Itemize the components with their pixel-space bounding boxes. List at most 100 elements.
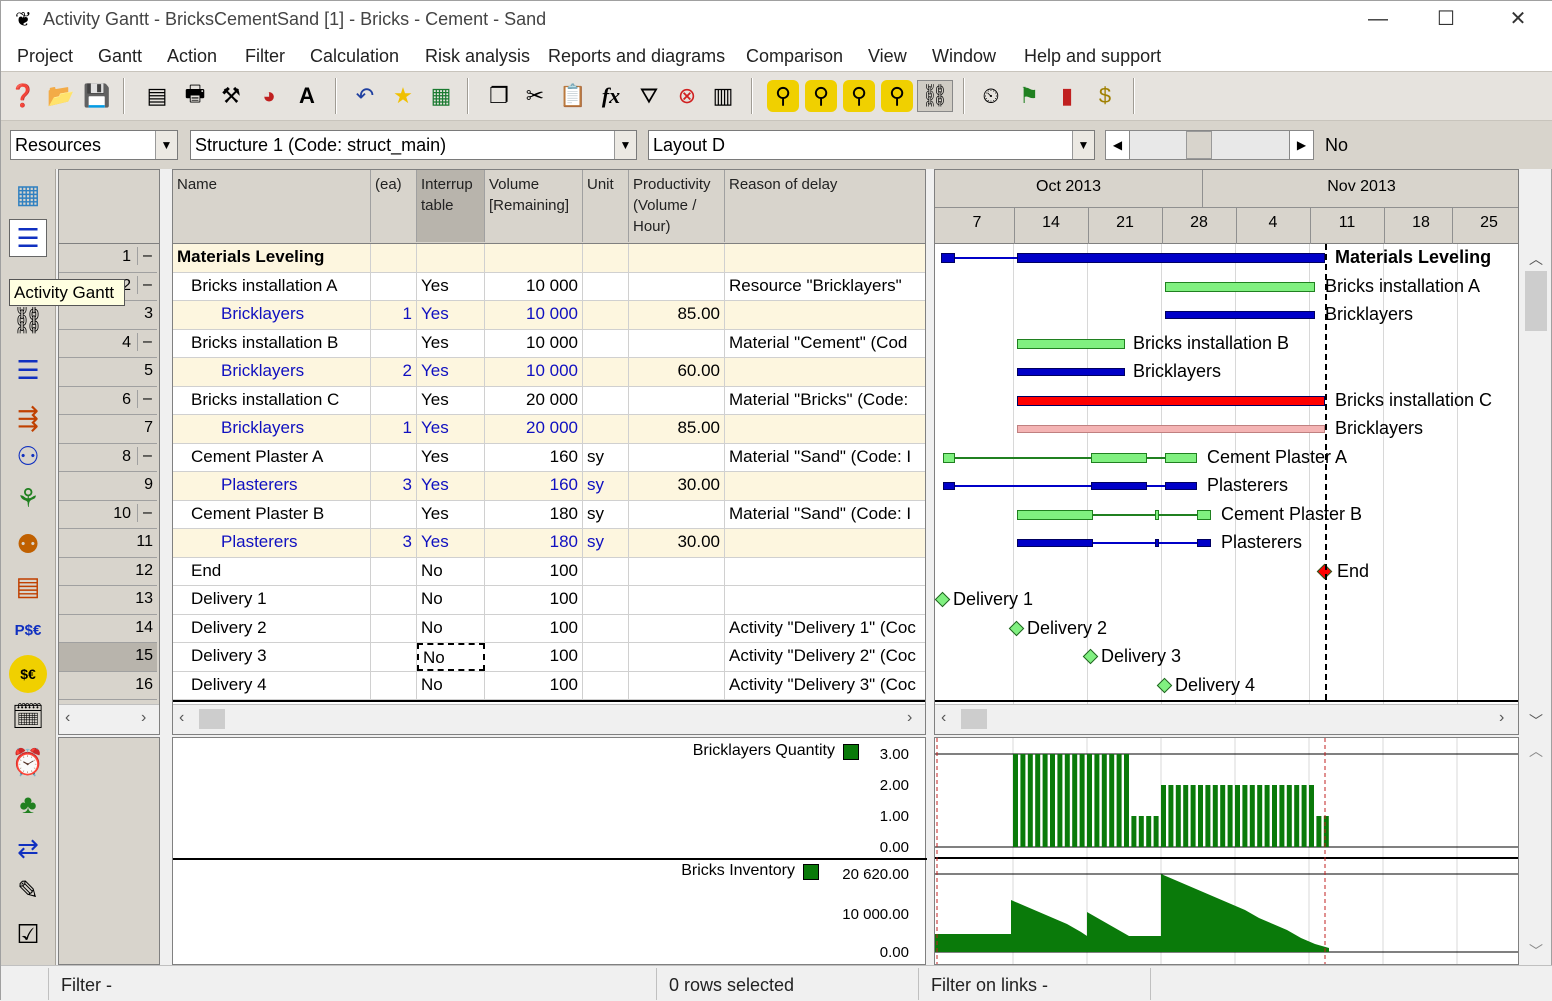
col-ea-header[interactable]: (ea) — [371, 170, 417, 242]
cell-name[interactable]: Bricks installation C — [173, 386, 371, 415]
row-number[interactable]: 5 — [59, 358, 157, 387]
resource-bar[interactable] — [1017, 539, 1093, 548]
person-icon[interactable]: ⚉ — [9, 525, 47, 563]
cell-productivity[interactable]: 60.00 — [629, 358, 725, 386]
collapse-icon[interactable]: – — [137, 503, 157, 522]
cell-volume[interactable]: 180 — [485, 529, 583, 557]
resource-bar[interactable] — [1017, 425, 1325, 434]
sheet-view-icon[interactable]: ▦ — [9, 175, 47, 213]
table-row[interactable]: Bricklayers 1 Yes 10 000 85.00 — [173, 301, 925, 330]
group-bar[interactable] — [1017, 253, 1325, 264]
open-folder-icon[interactable]: 📂 — [45, 80, 77, 112]
schedule-icon[interactable]: ⏲ — [975, 80, 1007, 112]
people-icon[interactable]: ⚇ — [9, 437, 47, 475]
zoom-slider[interactable]: ◀ ▶ — [1105, 130, 1314, 160]
menu-help[interactable]: Help and support — [1024, 46, 1161, 67]
cell-interruptable[interactable]: No — [417, 557, 485, 586]
cell-ea[interactable]: 1 — [371, 301, 417, 329]
table-row[interactable]: Delivery 2 No 100 Activity "Delivery 1" … — [173, 614, 925, 643]
cell-ea[interactable] — [371, 586, 417, 614]
col-volume-header[interactable]: Volume [Remaining] — [485, 170, 583, 242]
resource-bar[interactable] — [1165, 311, 1315, 320]
milestone-diamond[interactable] — [935, 591, 951, 608]
cell-interruptable[interactable]: Yes — [417, 529, 485, 557]
resource-bar[interactable] — [1091, 482, 1147, 491]
save-icon[interactable]: 💾 — [81, 80, 113, 112]
cell-volume[interactable]: 10 000 — [485, 358, 583, 386]
activity-bar[interactable] — [1017, 509, 1093, 520]
cell-unit[interactable] — [583, 358, 629, 386]
cell-reason[interactable] — [725, 472, 925, 500]
scroll-down-icon[interactable]: ﹀ — [1529, 711, 1543, 731]
maximize-button[interactable]: ☐ — [1423, 5, 1469, 35]
cell-interruptable[interactable]: Yes — [417, 301, 485, 329]
cell-reason[interactable] — [725, 586, 925, 614]
cell-interruptable[interactable]: Yes — [417, 272, 485, 301]
resource-1-icon[interactable]: ⚲ — [767, 80, 799, 112]
person-arrows-icon[interactable]: ⇄ — [9, 829, 47, 867]
cell-productivity[interactable]: 85.00 — [629, 301, 725, 329]
scroll-thumb[interactable] — [199, 709, 225, 729]
cell-productivity[interactable] — [629, 643, 725, 671]
function-icon[interactable]: fx — [595, 80, 627, 112]
table-row[interactable]: Delivery 3 No 100 Activity "Delivery 2" … — [173, 643, 925, 672]
menu-risk-analysis[interactable]: Risk analysis — [425, 46, 530, 67]
cell-unit[interactable] — [583, 386, 629, 415]
activity-bar[interactable] — [1165, 452, 1197, 463]
money-icon[interactable]: $ — [1089, 80, 1121, 112]
cell-name[interactable]: End — [173, 557, 371, 586]
cell-reason[interactable] — [725, 558, 925, 586]
collapse-icon[interactable]: – — [137, 332, 157, 351]
menu-filter[interactable]: Filter — [245, 46, 285, 67]
col-interruptable-header[interactable]: Interrup table — [417, 170, 485, 242]
scroll-right-icon[interactable]: › — [1499, 709, 1504, 727]
cell-productivity[interactable] — [629, 443, 725, 472]
cell-unit[interactable] — [583, 557, 629, 586]
activity-bar[interactable] — [943, 452, 955, 463]
help-icon[interactable]: ❓ — [7, 80, 39, 112]
cell-volume[interactable]: 10 000 — [485, 329, 583, 358]
cell-unit[interactable] — [583, 415, 629, 443]
cell-productivity[interactable] — [629, 386, 725, 415]
cell-name[interactable]: Bricks installation A — [173, 272, 371, 301]
row-number[interactable]: 4– — [59, 329, 157, 358]
close-button[interactable]: ✕ — [1495, 5, 1541, 35]
cell-name[interactable]: Cement Plaster B — [173, 500, 371, 529]
cell-name[interactable]: Bricklayers — [173, 301, 371, 329]
checklist-clock-icon[interactable]: ☑ — [9, 915, 47, 953]
menu-comparison[interactable]: Comparison — [746, 46, 843, 67]
row-number[interactable]: 11 — [59, 529, 157, 558]
columns-icon[interactable]: ▥ — [707, 80, 739, 112]
table-row[interactable]: Cement Plaster A Yes 160 sy Material "Sa… — [173, 443, 925, 472]
chevron-down-icon[interactable]: ▼ — [614, 131, 636, 159]
cell-interruptable[interactable]: Yes — [417, 500, 485, 529]
menu-view[interactable]: View — [868, 46, 907, 67]
table-row[interactable]: Bricks installation B Yes 10 000 Materia… — [173, 329, 925, 358]
cell-productivity[interactable] — [629, 614, 725, 643]
cell-name[interactable]: Materials Leveling — [173, 244, 371, 272]
scroll-left-icon[interactable]: ‹ — [179, 709, 184, 727]
cell-productivity[interactable] — [629, 500, 725, 529]
resource-bar[interactable] — [1155, 539, 1159, 548]
cell-ea[interactable]: 2 — [371, 358, 417, 386]
excel-icon[interactable]: ▦ — [425, 80, 457, 112]
layout-combo[interactable]: Layout D ▼ — [648, 130, 1095, 160]
cell-interruptable[interactable]: Yes — [417, 415, 485, 443]
scroll-right-icon[interactable]: › — [907, 709, 912, 727]
scroll-thumb[interactable] — [961, 709, 987, 729]
scroll-down-icon[interactable]: ﹀ — [1529, 941, 1543, 961]
gantt-vscroll[interactable]: ︿ ﹀ — [1521, 245, 1551, 735]
table-row[interactable]: Delivery 1 No 100 — [173, 586, 925, 615]
table-row[interactable]: Bricks installation A Yes 10 000 Resourc… — [173, 272, 925, 301]
cell-interruptable[interactable]: Yes — [417, 358, 485, 386]
cell-ea[interactable] — [371, 557, 417, 586]
cell-unit[interactable] — [583, 329, 629, 358]
cell-reason[interactable]: Material "Bricks" (Code: — [725, 387, 925, 415]
network-icon[interactable]: ⇶ — [9, 399, 47, 437]
cell-productivity[interactable] — [629, 329, 725, 358]
cell-name[interactable]: Delivery 4 — [173, 671, 371, 700]
cell-volume[interactable]: 160 — [485, 472, 583, 500]
cell-volume[interactable]: 100 — [485, 586, 583, 614]
col-reason-header[interactable]: Reason of delay — [725, 170, 925, 242]
table-icon[interactable]: ▤ — [141, 80, 173, 112]
